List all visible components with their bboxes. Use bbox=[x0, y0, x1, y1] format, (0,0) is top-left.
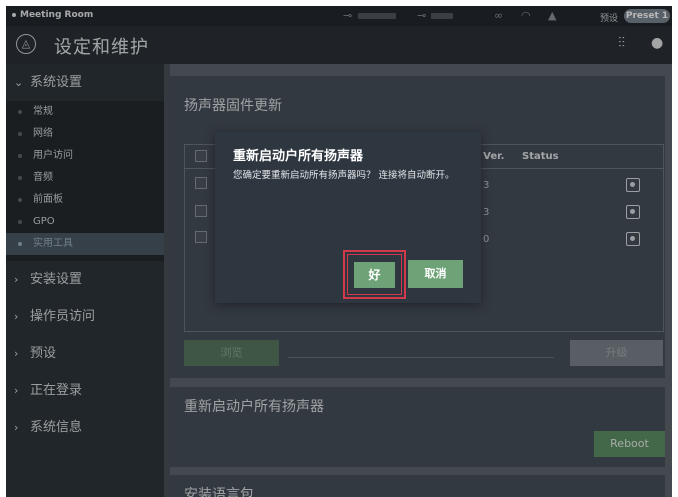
dialog-message: 您确定要重新启动所有扬声器吗？ 连接将自动断开。 bbox=[233, 170, 455, 181]
cancel-button[interactable]: 取消 bbox=[408, 260, 463, 288]
ok-highlight-frame: 好 bbox=[343, 250, 406, 299]
app-window: Meeting Room ⊸ ⊸ ∞ ◠ ▲ 预设 Preset 1 ◬ 设定和… bbox=[6, 6, 672, 497]
dialog-title: 重新启动户所有扬声器 bbox=[233, 149, 364, 164]
reboot-confirm-dialog: 重新启动户所有扬声器 您确定要重新启动所有扬声器吗？ 连接将自动断开。 好 取消 bbox=[215, 132, 481, 303]
ok-button[interactable]: 好 bbox=[354, 262, 395, 288]
